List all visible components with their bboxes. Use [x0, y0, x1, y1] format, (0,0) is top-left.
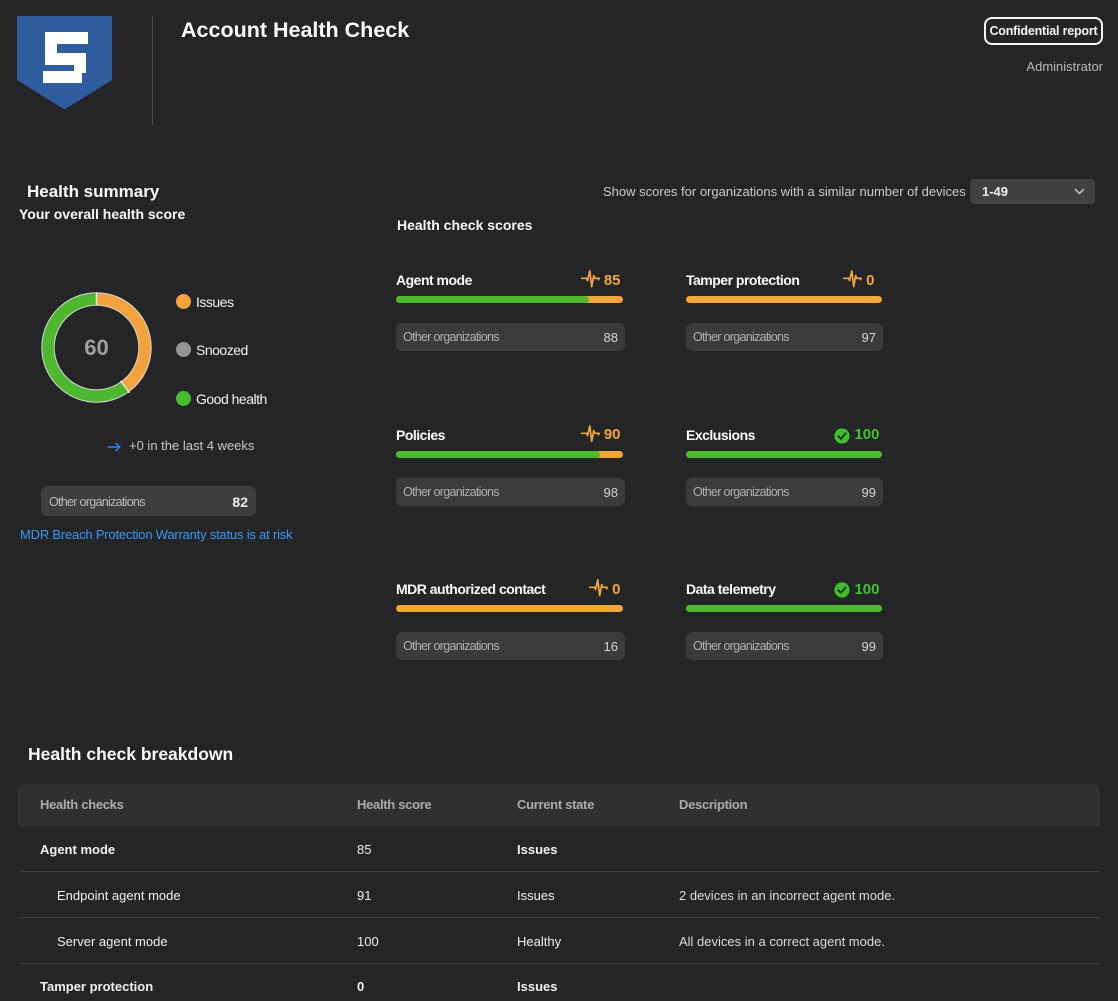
svg-text:60: 60	[84, 335, 108, 360]
